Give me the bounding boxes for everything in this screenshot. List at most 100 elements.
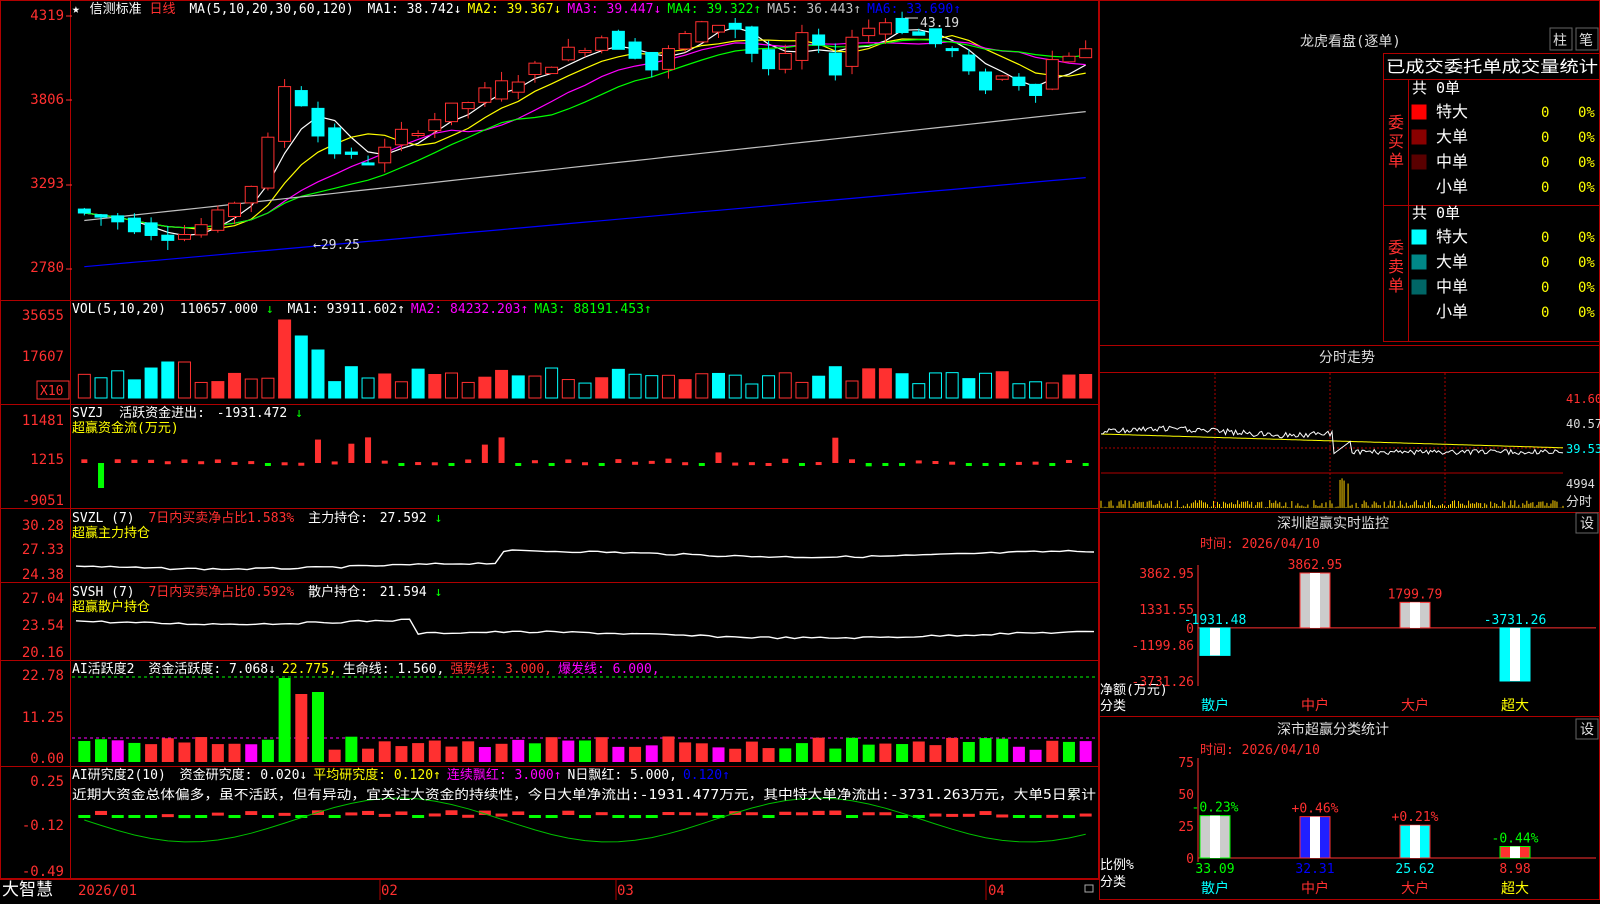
ai-research-bars <box>78 797 1092 843</box>
candle-body <box>261 136 275 189</box>
volume-bar <box>862 368 876 399</box>
order-pct: 0% <box>1578 180 1595 196</box>
candle-body <box>878 22 892 35</box>
kline-y-axis: 4319 3806 3293 2780 <box>30 8 64 276</box>
volume-bar <box>94 377 108 399</box>
candle-body <box>344 151 358 155</box>
candle-body <box>328 127 342 155</box>
x-axis: 2026/01 02 03 04 <box>78 883 1005 899</box>
vol-ma-values: MA1: 93911.602↑ MA2: 84232.203↑ MA3: 88191… <box>288 302 652 317</box>
stats-chart: 7550250-0.23%33.09散户+0.46%32.31中户+0.21%2… <box>1178 756 1596 897</box>
ai-active-bar <box>562 740 575 762</box>
ai-active-bar <box>795 743 808 762</box>
svzj-bars <box>81 437 1089 488</box>
ai-active-bar <box>1079 741 1092 762</box>
vol-y-tick: 17607 <box>22 349 64 365</box>
monitor-bar-highlight <box>1410 602 1420 628</box>
candle-body <box>111 215 125 223</box>
lock-icon[interactable] <box>1084 884 1094 893</box>
ma-values: MA1: 38.742↓ MA2: 39.367↓ MA3: 39.447↓ MA4:… <box>368 2 962 17</box>
ai-active-bar <box>495 743 508 762</box>
buy-side: 共 0单委买单 特大 0 0% 大单 0 0% 中单 0 0% 小单 0 0% <box>1388 79 1595 196</box>
ai-research-bar <box>1012 815 1025 818</box>
intraday-chart[interactable] <box>1100 373 1564 510</box>
ai-research-bar <box>128 815 141 818</box>
stats-bar-highlight <box>1210 815 1220 858</box>
order-pct: 0% <box>1578 105 1595 121</box>
stats-settings-label[interactable]: 设 <box>1580 722 1594 738</box>
volume-bar <box>628 373 642 399</box>
ai-active-bar <box>395 746 408 762</box>
bar-mode-button-label[interactable]: 柱 <box>1553 33 1567 49</box>
svzj-bar <box>682 462 689 466</box>
volume-bar <box>1062 374 1076 399</box>
stats-category-label: 大户 <box>1401 880 1429 897</box>
volume-bar <box>945 372 959 399</box>
candle-body <box>945 48 959 52</box>
vol-y-axis: 35655 17607 <box>22 308 64 365</box>
order-type-label: 特大 <box>1436 227 1468 246</box>
ai-active-bar <box>278 678 291 762</box>
svzj-bar <box>114 459 121 463</box>
order-stats-tab[interactable]: 已成交委托单成交量统计 <box>1386 57 1598 76</box>
monitor-bar-highlight <box>1510 627 1520 681</box>
side-total: 共 0单 <box>1412 79 1460 97</box>
ai-research-comment: 近期大资金总体偏多，虽不活跃，但有异动，宜关注大资金的持续性，今日大单净流出:-… <box>72 787 1096 803</box>
indicator-value: MA6: 33.690↑ <box>867 2 961 17</box>
high-price-note: 43.19 <box>920 16 959 31</box>
ai-research-bar <box>195 815 208 818</box>
volume-bar <box>161 361 175 399</box>
candle-body <box>495 80 509 100</box>
candlesticks[interactable] <box>77 11 1093 250</box>
svzl-hold-label: 主力持仓: <box>308 511 368 526</box>
vol-value: 110657.000 <box>180 302 258 317</box>
candle-body <box>94 214 108 218</box>
candle-body <box>578 50 592 54</box>
candle-body <box>628 41 642 59</box>
vol-header: VOL(5,10,20) 110657.000 ↓ MA1: 93911.602… <box>72 302 652 317</box>
ai-active-bar <box>979 738 992 762</box>
monitor-value-label: 1799.79 <box>1388 587 1443 602</box>
svzj-bar <box>815 462 822 466</box>
order-color-swatch <box>1411 129 1427 145</box>
indicator-value: 平均研究度: 0.120↑ <box>313 767 441 783</box>
volume-bar <box>912 383 926 399</box>
ai-research-bar <box>1062 815 1075 819</box>
period-label[interactable]: 日线 <box>150 2 176 17</box>
volume-bar <box>979 372 993 399</box>
svzj-desc: 活跃资金进出: <box>119 405 205 421</box>
svzj-bar <box>164 461 171 465</box>
svzj-bar <box>632 461 639 465</box>
indicator-value: MA1: 93911.602↑ <box>288 302 405 317</box>
monitor-settings-label[interactable]: 设 <box>1580 516 1594 532</box>
ai-active-header: AI活跃度2 资金活跃度: 7.068↓ 22.775, 生命线: 1.560, 强势… <box>72 661 660 677</box>
candle-body <box>311 107 325 137</box>
pen-mode-button-label[interactable]: 笔 <box>1579 33 1593 49</box>
volume-bar <box>394 381 408 399</box>
volume-bar <box>278 319 292 399</box>
svzj-y-tick: 1215 <box>30 452 64 468</box>
svzj-bar <box>248 461 255 465</box>
order-type-label: 小单 <box>1436 302 1468 321</box>
order-count: 0 <box>1541 280 1549 296</box>
candle-body <box>1012 76 1026 87</box>
candle-body <box>745 26 759 54</box>
candle-body <box>645 51 659 71</box>
stats-y-tick: 25 <box>1178 820 1194 835</box>
svzl-y-tick: 27.33 <box>22 542 64 558</box>
side-label: 买 <box>1388 132 1404 151</box>
svzj-bar <box>999 463 1006 466</box>
favorite-star-icon[interactable]: ★ <box>72 2 80 17</box>
candle-body <box>812 34 826 46</box>
volume-bar <box>1029 381 1043 399</box>
svzj-bar <box>381 460 388 464</box>
stats-y-tick: 75 <box>1178 756 1194 771</box>
svzj-bar <box>949 461 956 465</box>
ai-active-bar <box>962 741 975 762</box>
ai-active-bar <box>78 741 91 762</box>
vol-arrow: ↓ <box>266 302 274 317</box>
volume-bar <box>461 381 475 399</box>
ai-research-bar <box>428 813 441 817</box>
ai-active-values: 资金活跃度: 7.068↓ 22.775, 生命线: 1.560, 强势线: 3.00… <box>148 661 659 677</box>
ai-research-bar <box>846 815 859 818</box>
